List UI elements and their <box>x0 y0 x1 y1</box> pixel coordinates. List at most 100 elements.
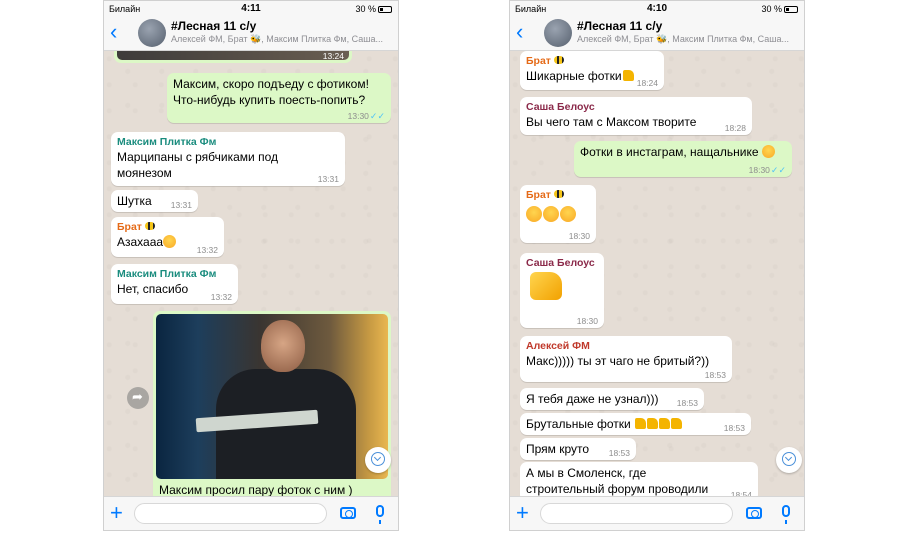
message-text: Я тебя даже не узнал))) <box>526 392 659 406</box>
message-text: Марципаны с рябчиками под моянезом <box>117 150 278 180</box>
message-bubble-incoming[interactable]: Прям круто 18:53 <box>520 438 636 460</box>
bee-icon <box>553 56 564 64</box>
thumbs-up-icon <box>647 418 659 429</box>
group-avatar[interactable] <box>544 19 572 47</box>
message-bubble-incoming[interactable]: Максим Плитка Фм Марципаны с рябчиками п… <box>111 132 345 186</box>
message-time: 18:53 <box>723 423 745 433</box>
sender-name: Брат <box>117 221 142 233</box>
message-text: Макс))))) ты эт чаго не бритый?)) <box>526 354 710 368</box>
message-time: 18:53 <box>676 398 698 408</box>
chat-screen-right: Билайн 4:10 30 % ‹ #Лесная 11 с/у Алексе… <box>509 0 805 531</box>
camera-icon[interactable] <box>746 507 762 519</box>
message-time: 13:30 <box>347 111 369 121</box>
group-title[interactable]: #Лесная 11 с/у <box>577 19 662 33</box>
message-meta: 18:30✓✓ <box>749 165 786 175</box>
chat-header[interactable]: ‹ #Лесная 11 с/у Алексей ФМ, Брат 🐝, Мак… <box>104 16 398 51</box>
photo-image[interactable] <box>156 314 388 479</box>
forward-button[interactable] <box>127 387 149 409</box>
scroll-down-button[interactable] <box>365 447 391 473</box>
thumbs-up-icon <box>530 272 562 300</box>
message-bubble-outgoing[interactable]: Максим, скоро подъеду с фотиком! Что-ниб… <box>167 73 391 123</box>
chat-header[interactable]: ‹ #Лесная 11 с/у Алексей ФМ, Брат 🐝, Мак… <box>510 16 804 51</box>
grinning-emoji-icon <box>761 145 775 158</box>
group-avatar[interactable] <box>138 19 166 47</box>
clock: 4:11 <box>241 3 261 14</box>
sender-row: Брат <box>526 188 590 202</box>
back-button[interactable]: ‹ <box>110 20 117 44</box>
microphone-icon[interactable] <box>376 505 384 524</box>
sender-name: Брат <box>526 55 551 67</box>
message-time: 18:28 <box>724 123 746 133</box>
group-members: Алексей ФМ, Брат 🐝, Максим Плитка Фм, Са… <box>171 34 383 44</box>
laughing-emoji-icon <box>543 206 559 222</box>
image-thumbnail <box>117 51 349 60</box>
sender-row: Брат <box>117 220 218 234</box>
message-bubble-incoming[interactable]: Брат 18:30 <box>520 185 596 243</box>
group-members: Алексей ФМ, Брат 🐝, Максим Плитка Фм, Са… <box>577 34 789 44</box>
message-meta: 13:30✓✓ <box>348 111 385 121</box>
message-bubble-incoming[interactable]: Брат Шикарные фотки 18:24 <box>520 51 664 90</box>
sender-row: Брат <box>526 54 658 68</box>
back-button[interactable]: ‹ <box>516 20 523 44</box>
battery-icon <box>378 6 392 14</box>
battery-percent: 30 % <box>761 4 782 14</box>
thumbs-up-icon <box>671 418 683 429</box>
chevron-down-icon <box>373 453 382 462</box>
battery-indicator: 30 % <box>355 4 392 14</box>
sender-name: Саша Белоус <box>526 257 595 269</box>
photo-message[interactable]: Максим просил пару фоток с ним ) <box>153 311 391 503</box>
laughing-emoji-icon <box>560 206 576 222</box>
message-time: 18:53 <box>608 448 630 458</box>
thumbs-up-icon <box>635 418 647 429</box>
laughing-emoji-icon <box>163 235 177 248</box>
chevron-down-icon <box>784 453 793 462</box>
message-text-row: Фотки в инстаграм, нащальнике <box>580 144 786 160</box>
sender-name: Алексей ФМ <box>526 340 590 352</box>
message-bubble-incoming[interactable]: Максим Плитка Фм Нет, спасибо 13:32 <box>111 264 238 304</box>
message-bubble-incoming[interactable]: Брат Азахааа 13:32 <box>111 217 224 257</box>
battery-percent: 30 % <box>355 4 376 14</box>
message-text: А мы в Смоленск, где строительный форум … <box>526 466 709 496</box>
message-bubble-outgoing[interactable]: Фотки в инстаграм, нащальнике 18:30✓✓ <box>574 141 792 177</box>
sender-name: Брат <box>526 189 551 201</box>
sender-name: Максим Плитка Фм <box>117 268 217 280</box>
attach-plus-icon[interactable]: + <box>516 500 529 526</box>
message-bubble-incoming[interactable]: Шутка 13:31 <box>111 190 198 212</box>
battery-icon <box>784 6 798 14</box>
message-text: Шикарные фотки <box>526 69 622 83</box>
message-text: Брутальные фотки <box>526 417 631 431</box>
message-time: 18:30 <box>568 231 590 241</box>
message-text: Вы чего там с Максом творите <box>526 115 697 129</box>
message-bubble-incoming[interactable]: Алексей ФМ Макс))))) ты эт чаго не бриты… <box>520 336 732 382</box>
message-time: 13:31 <box>317 174 339 184</box>
message-time: 18:30 <box>748 165 770 175</box>
read-ticks-icon: ✓✓ <box>369 111 385 121</box>
image-message-partial[interactable]: 13:24 <box>114 51 352 63</box>
message-bubble-incoming[interactable]: Саша Белоус 18:30 <box>520 253 604 328</box>
emoji-row <box>526 206 590 223</box>
message-bubble-incoming[interactable]: Саша Белоус Вы чего там с Максом творите… <box>520 97 752 135</box>
battery-indicator: 30 % <box>761 4 798 14</box>
message-bubble-incoming[interactable]: Я тебя даже не узнал))) 18:53 <box>520 388 704 410</box>
laughing-emoji-icon <box>526 206 542 222</box>
photo-person-head <box>261 320 305 372</box>
camera-icon[interactable] <box>340 507 356 519</box>
message-input[interactable] <box>540 503 733 524</box>
scroll-down-button[interactable] <box>776 447 802 473</box>
message-text: Максим, скоро подъеду с фотиком! Что-ниб… <box>173 77 369 107</box>
status-bar: Билайн 4:10 30 % <box>510 1 804 16</box>
message-text: Азахааа <box>117 235 164 249</box>
microphone-icon[interactable] <box>782 505 790 524</box>
composer-bar: + <box>510 496 804 530</box>
attach-plus-icon[interactable]: + <box>110 500 123 526</box>
sender-name: Максим Плитка Фм <box>117 136 217 148</box>
group-title[interactable]: #Лесная 11 с/у <box>171 19 256 33</box>
message-input[interactable] <box>134 503 327 524</box>
message-bubble-incoming[interactable]: Брутальные фотки 18:53 <box>520 413 751 435</box>
bee-icon <box>553 190 564 198</box>
message-time: 13:32 <box>196 245 218 255</box>
message-time: 13:32 <box>210 292 232 302</box>
message-text-row: Брутальные фотки <box>526 416 745 432</box>
read-ticks-icon: ✓✓ <box>770 165 786 175</box>
thumbs-up-icon <box>622 70 634 81</box>
